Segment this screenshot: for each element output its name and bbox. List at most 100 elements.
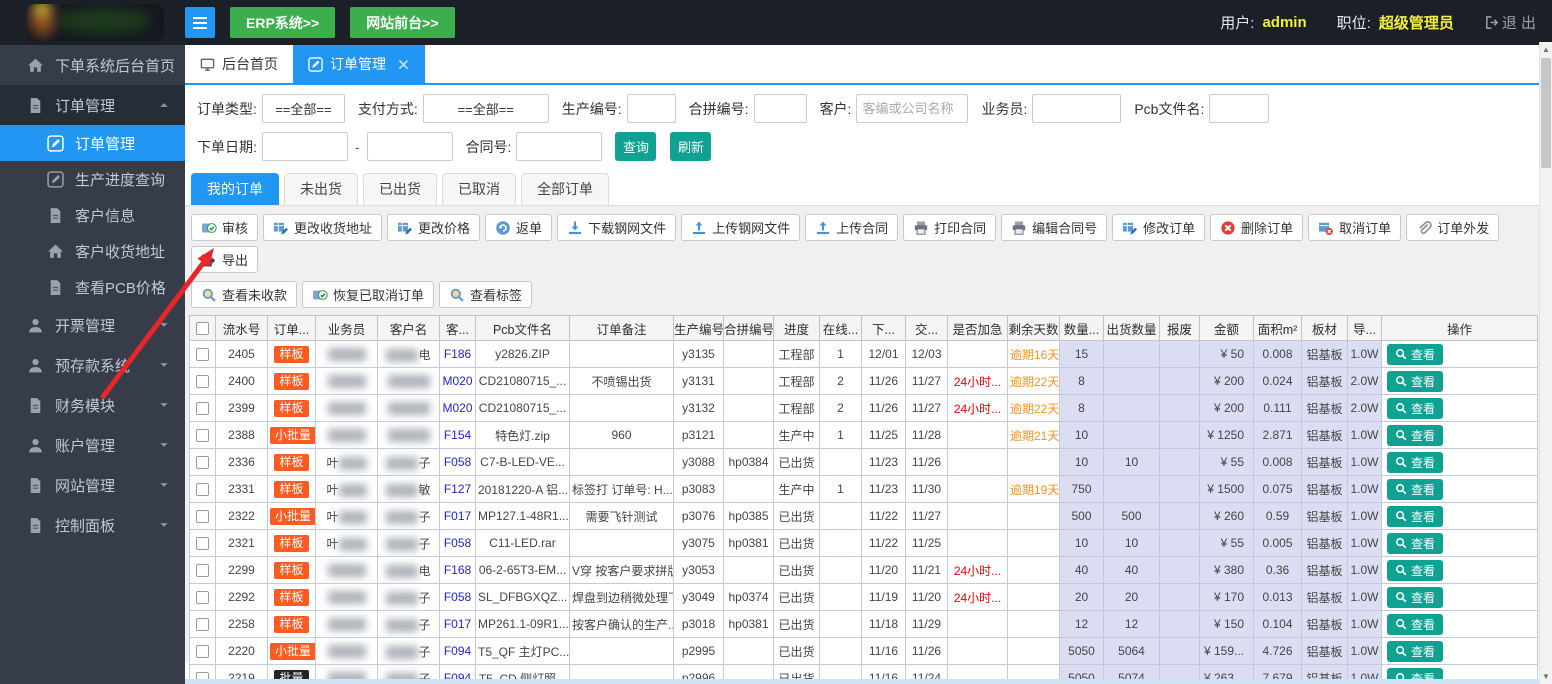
- sidebar-item-12[interactable]: 控制面板: [0, 505, 185, 545]
- cell-remark: 标签打 订单号: H...: [569, 475, 674, 503]
- toolbar1-button-10[interactable]: 删除订单: [1210, 214, 1304, 241]
- sidebar-item-8[interactable]: 预存款系统: [0, 345, 185, 385]
- customer-code-link[interactable]: F058: [444, 590, 471, 604]
- cell-remark: [569, 637, 674, 665]
- urgent-flag: 24小时...: [953, 563, 1002, 578]
- menu-toggle-button[interactable]: [185, 7, 215, 38]
- sidebar-item-0[interactable]: 下单系统后台首页: [0, 45, 185, 85]
- row-checkbox[interactable]: [196, 618, 209, 632]
- page-tab-0[interactable]: 后台首页: [185, 45, 293, 83]
- toolbar1-button-11[interactable]: 取消订单: [1308, 214, 1402, 241]
- view-button[interactable]: 查看: [1387, 451, 1444, 473]
- view-button[interactable]: 查看: [1387, 586, 1444, 608]
- toolbar2-button-2[interactable]: 查看标签: [439, 281, 533, 308]
- row-checkbox[interactable]: [196, 375, 209, 389]
- view-button[interactable]: 查看: [1387, 532, 1444, 554]
- contract-no-input[interactable]: [516, 132, 603, 161]
- sidebar-item-5[interactable]: 客户收货地址: [0, 233, 185, 269]
- view-button[interactable]: 查看: [1387, 370, 1444, 392]
- toolbar1-button-7[interactable]: 打印合同: [903, 214, 997, 241]
- select-all-checkbox[interactable]: [196, 322, 209, 336]
- row-checkbox[interactable]: [196, 483, 209, 497]
- close-icon[interactable]: [397, 58, 410, 71]
- view-button[interactable]: 查看: [1387, 640, 1444, 662]
- row-checkbox[interactable]: [196, 591, 209, 605]
- vertical-scrollbar[interactable]: ▲ ▼: [1539, 42, 1552, 684]
- toolbar1-button-3[interactable]: 返单: [485, 214, 553, 241]
- customer-code-link[interactable]: F094: [444, 644, 471, 658]
- search-button[interactable]: 查询: [615, 132, 657, 161]
- toolbar1-button-8[interactable]: 编辑合同号: [1001, 214, 1108, 241]
- toolbar1-button-1[interactable]: 更改收货地址: [263, 214, 383, 241]
- row-checkbox[interactable]: [196, 564, 209, 578]
- toolbar1-button-0[interactable]: 审核: [191, 214, 259, 241]
- toolbar1-button-9[interactable]: 修改订单: [1112, 214, 1206, 241]
- site-front-button[interactable]: 网站前台>>: [350, 7, 455, 38]
- refresh-button[interactable]: 刷新: [670, 132, 712, 161]
- customer-code-link[interactable]: F127: [444, 482, 471, 496]
- cell-scrap: [1159, 583, 1200, 611]
- sidebar-item-7[interactable]: 开票管理: [0, 305, 185, 345]
- row-checkbox[interactable]: [196, 510, 209, 524]
- row-checkbox[interactable]: [196, 456, 209, 470]
- sidebar-item-6[interactable]: 查看PCB价格: [0, 269, 185, 305]
- salesman-input[interactable]: [1032, 94, 1122, 123]
- view-button[interactable]: 查看: [1387, 478, 1444, 500]
- sidebar-item-2[interactable]: 订单管理: [0, 125, 185, 161]
- customer-code-link[interactable]: F017: [444, 617, 471, 631]
- view-button[interactable]: 查看: [1387, 559, 1444, 581]
- merge-no-input[interactable]: [753, 94, 807, 123]
- date-to-input[interactable]: [366, 132, 453, 161]
- sidebar-item-9[interactable]: 财务模块: [0, 385, 185, 425]
- sidebar-item-11[interactable]: 网站管理: [0, 465, 185, 505]
- view-button[interactable]: 查看: [1387, 505, 1444, 527]
- customer-code-link[interactable]: F058: [444, 536, 471, 550]
- customer-input[interactable]: [856, 94, 969, 123]
- scrollbar-thumb[interactable]: [1541, 58, 1551, 168]
- order-tab-0[interactable]: 我的订单: [191, 173, 279, 205]
- row-checkbox[interactable]: [196, 402, 209, 416]
- page-tab-1[interactable]: 订单管理: [293, 45, 425, 83]
- logout-button[interactable]: 退 出: [1484, 12, 1536, 33]
- toolbar1-button-6[interactable]: 上传合同: [805, 214, 899, 241]
- order-type-select[interactable]: [261, 94, 345, 123]
- toolbar1-button-12[interactable]: 订单外发: [1406, 214, 1500, 241]
- toolbar2-button-0[interactable]: 查看未收款: [191, 281, 298, 308]
- sidebar-item-10[interactable]: 账户管理: [0, 425, 185, 465]
- view-button[interactable]: 查看: [1387, 343, 1444, 365]
- sidebar-item-3[interactable]: 生产进度查询: [0, 161, 185, 197]
- date-from-input[interactable]: [261, 132, 348, 161]
- row-checkbox[interactable]: [196, 645, 209, 659]
- customer-code-link[interactable]: F058: [444, 455, 471, 469]
- sidebar-item-4[interactable]: 客户信息: [0, 197, 185, 233]
- horizontal-scrollbar[interactable]: [185, 679, 1539, 684]
- customer-code-link[interactable]: M020: [442, 374, 472, 388]
- pay-method-select[interactable]: [422, 94, 549, 123]
- customer-code-link[interactable]: F168: [444, 563, 471, 577]
- toolbar1-button-4[interactable]: 下载钢网文件: [557, 214, 677, 241]
- row-checkbox[interactable]: [196, 537, 209, 551]
- scroll-up-icon[interactable]: ▲: [1540, 45, 1552, 54]
- order-tab-3[interactable]: 已取消: [442, 173, 516, 205]
- erp-system-button[interactable]: ERP系统>>: [230, 7, 336, 38]
- sidebar-item-1[interactable]: 订单管理: [0, 85, 185, 125]
- customer-code-link[interactable]: F017: [444, 509, 471, 523]
- toolbar1-button-2[interactable]: 更改价格: [387, 214, 481, 241]
- customer-code-link[interactable]: M020: [442, 401, 472, 415]
- row-checkbox[interactable]: [196, 348, 209, 362]
- view-button[interactable]: 查看: [1387, 424, 1444, 446]
- toolbar1-button-5[interactable]: 上传钢网文件: [681, 214, 801, 241]
- customer-code-link[interactable]: F154: [444, 428, 471, 442]
- customer-code-link[interactable]: F186: [444, 347, 471, 361]
- toolbar2-button-1[interactable]: 恢复已取消订单: [302, 281, 435, 308]
- view-button[interactable]: 查看: [1387, 613, 1444, 635]
- row-checkbox[interactable]: [196, 429, 209, 443]
- toolbar1-button-13[interactable]: 导出: [191, 246, 259, 273]
- pcb-filename-input[interactable]: [1209, 94, 1270, 123]
- order-tab-4[interactable]: 全部订单: [521, 173, 609, 205]
- order-tab-1[interactable]: 未出货: [284, 173, 358, 205]
- view-button[interactable]: 查看: [1387, 397, 1444, 419]
- scroll-down-icon[interactable]: ▼: [1540, 672, 1552, 681]
- prod-no-input[interactable]: [626, 94, 676, 123]
- order-tab-2[interactable]: 已出货: [363, 173, 437, 205]
